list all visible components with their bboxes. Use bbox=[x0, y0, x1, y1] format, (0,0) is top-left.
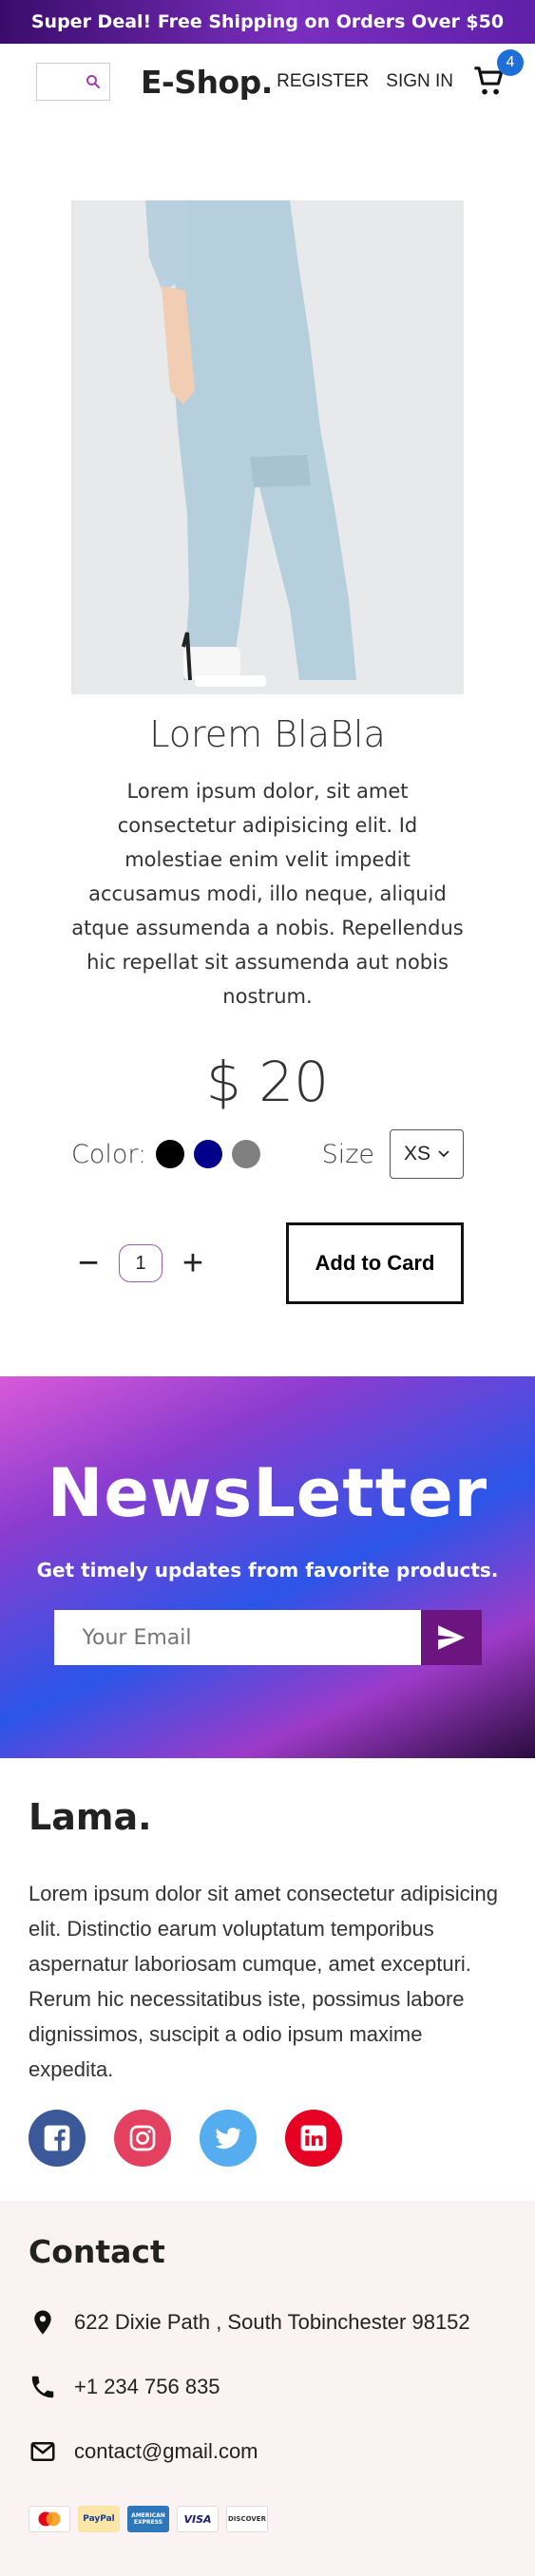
facebook-icon bbox=[44, 2125, 70, 2151]
discover-icon: DISCOVER bbox=[226, 2506, 268, 2532]
size-label: Size bbox=[321, 1139, 374, 1169]
signin-link[interactable]: SIGN IN bbox=[386, 71, 453, 92]
phone-text: +1 234 756 835 bbox=[74, 2375, 220, 2398]
twitter-link[interactable] bbox=[200, 2110, 257, 2167]
color-swatch-darkblue[interactable] bbox=[194, 1140, 223, 1168]
send-icon bbox=[437, 1625, 465, 1650]
mastercard-icon bbox=[29, 2506, 70, 2532]
footer-brand: Lama. bbox=[29, 1796, 152, 1838]
brand-logo[interactable]: E-Shop. bbox=[141, 64, 273, 101]
footer-description: Lorem ipsum dolor sit amet consectetur a… bbox=[29, 1882, 499, 2081]
color-swatch-black[interactable] bbox=[156, 1140, 185, 1168]
twitter-icon bbox=[215, 2128, 242, 2150]
add-to-cart-row: − 1 + Add to Card bbox=[0, 1222, 535, 1304]
quantity-value: 1 bbox=[119, 1244, 162, 1282]
newsletter-subtitle: Get timely updates from favorite product… bbox=[36, 1559, 499, 1582]
phone-icon bbox=[31, 2376, 54, 2398]
linkedin-link[interactable] bbox=[285, 2110, 342, 2167]
nav-links: REGISTER SIGN IN 4 bbox=[277, 49, 524, 101]
address-text: 622 Dixie Path , South Tobinchester 9815… bbox=[74, 2310, 470, 2334]
amex-icon: AMERICAN EXPRESS bbox=[127, 2506, 169, 2532]
add-to-cart-button[interactable]: Add to Card bbox=[286, 1222, 464, 1304]
decrease-quantity-button[interactable]: − bbox=[71, 1243, 105, 1284]
product-photo-illustration bbox=[71, 200, 464, 694]
mail-icon bbox=[30, 2442, 55, 2461]
product-title: Lorem BlaBla bbox=[149, 713, 386, 755]
visa-icon: VISA bbox=[177, 2506, 219, 2532]
contact-address: 622 Dixie Path , South Tobinchester 9815… bbox=[29, 2308, 506, 2337]
increase-quantity-button[interactable]: + bbox=[176, 1243, 210, 1284]
newsletter-send-button[interactable] bbox=[420, 1610, 482, 1665]
size-selector-group: Size XS bbox=[322, 1129, 464, 1179]
payment-methods: PayPal AMERICAN EXPRESS VISA DISCOVER bbox=[29, 2506, 506, 2532]
cart-button[interactable]: 4 bbox=[470, 49, 524, 101]
search-icon[interactable] bbox=[85, 73, 102, 90]
promo-banner: Super Deal! Free Shipping on Orders Over… bbox=[0, 0, 535, 44]
contact-title: Contact bbox=[29, 2233, 165, 2270]
register-link[interactable]: REGISTER bbox=[277, 71, 369, 92]
contact-email: contact@gmail.com bbox=[29, 2437, 506, 2466]
promo-text: Super Deal! Free Shipping on Orders Over… bbox=[30, 11, 505, 32]
size-selected-value: XS bbox=[403, 1143, 430, 1165]
location-pin-icon bbox=[34, 2310, 51, 2335]
email-text: contact@gmail.com bbox=[74, 2439, 258, 2463]
footer-about: Lama. Lorem ipsum dolor sit amet consect… bbox=[0, 1758, 535, 2201]
newsletter-form bbox=[53, 1610, 482, 1665]
newsletter-title: NewsLetter bbox=[47, 1454, 488, 1532]
color-label: Color: bbox=[71, 1139, 147, 1169]
linkedin-icon bbox=[300, 2125, 327, 2151]
instagram-link[interactable] bbox=[114, 2110, 171, 2167]
contact-phone: +1 234 756 835 bbox=[29, 2373, 506, 2401]
navbar: E-Shop. REGISTER SIGN IN 4 bbox=[0, 44, 535, 120]
cart-count-badge: 4 bbox=[497, 49, 524, 76]
instagram-icon bbox=[129, 2125, 156, 2151]
chevron-down-icon bbox=[438, 1150, 449, 1158]
color-swatch-gray[interactable] bbox=[232, 1140, 261, 1168]
email-input[interactable] bbox=[53, 1610, 421, 1665]
product-image bbox=[71, 200, 464, 694]
newsletter-section: NewsLetter Get timely updates from favor… bbox=[0, 1376, 535, 1758]
footer: Lama. Lorem ipsum dolor sit amet consect… bbox=[0, 1758, 535, 2576]
size-select[interactable]: XS bbox=[390, 1129, 464, 1179]
paypal-icon: PayPal bbox=[78, 2506, 120, 2532]
product-price: $ 20 bbox=[205, 1050, 330, 1114]
search-box[interactable] bbox=[36, 63, 110, 101]
product-section: Lorem BlaBla Lorem ipsum dolor, sit amet… bbox=[0, 200, 535, 1304]
contact-section: Contact 622 Dixie Path , South Tobinches… bbox=[0, 2201, 535, 2576]
facebook-link[interactable] bbox=[29, 2110, 86, 2167]
product-options: Color: Size XS bbox=[0, 1129, 535, 1179]
product-description: Lorem ipsum dolor, sit amet consectetur … bbox=[71, 780, 464, 1008]
social-links bbox=[29, 2110, 506, 2167]
